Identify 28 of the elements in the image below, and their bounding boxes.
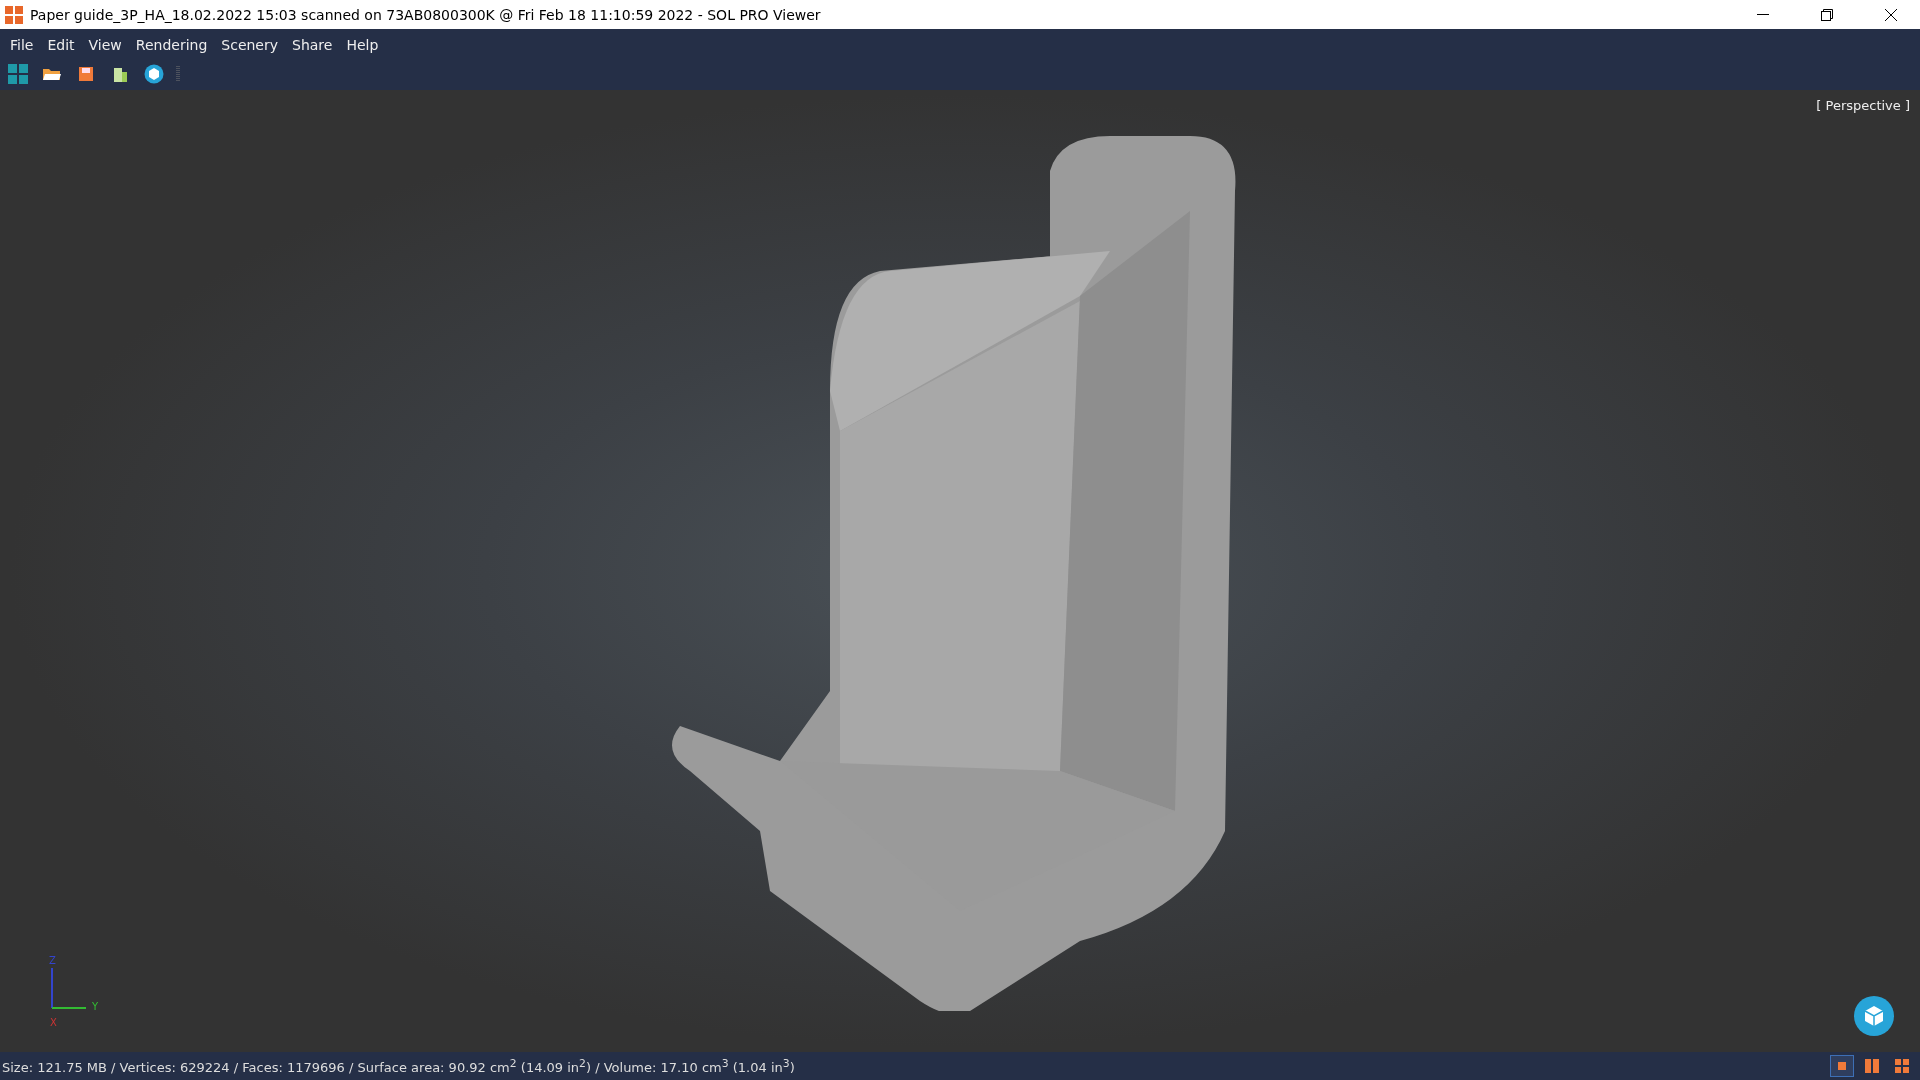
menu-item[interactable]: Edit: [41, 37, 81, 53]
menu-item[interactable]: Rendering: [129, 37, 214, 53]
app-logo-icon: [4, 4, 24, 25]
model-statistics: Size: 121.75 MB / Vertices: 629224 / Faces: 1179696 / Surface area: 90.92 cm$^{2}$ (14.09 in$^{2}$) / Volume: 17.10 cm$^{3}$ (1.04 in$^{3}$): [2, 1056, 796, 1076]
layout-button[interactable]: [1830, 1055, 1854, 1077]
grid-icon: [7, 63, 29, 85]
toolbar-grip-icon: [176, 66, 180, 82]
cube-icon: [1862, 1004, 1886, 1028]
projection-label: [ Perspective ]: [1816, 98, 1910, 113]
close-icon: [1884, 7, 1898, 22]
window-title: Paper guide_3P_HA_18.02.2022 15:03 scanned on 73AB0800300K @ Fri Feb 18 11:10:59 2022 - SOL PRO Viewer: [30, 6, 822, 23]
quad-view-icon: [1895, 1059, 1909, 1073]
single-view-icon: [1838, 1062, 1846, 1070]
toolbar-button[interactable]: [142, 62, 166, 86]
split-view-icon: [1865, 1059, 1879, 1073]
menu-item[interactable]: Scenery: [215, 37, 285, 53]
menu-item[interactable]: Share: [286, 37, 339, 53]
axis-label: Z: [49, 955, 56, 966]
cube-icon: [144, 64, 164, 84]
menu-item[interactable]: View: [82, 37, 128, 53]
axis-label: X: [50, 1017, 57, 1028]
axis-label: Y: [92, 1001, 99, 1012]
menu-item[interactable]: File: [4, 37, 40, 53]
view-cube-button[interactable]: [1854, 996, 1894, 1036]
restore-icon: [1821, 8, 1833, 21]
folder-icon: [42, 66, 62, 82]
minimize-icon: [1757, 13, 1769, 16]
menu-item[interactable]: Help: [340, 37, 385, 53]
